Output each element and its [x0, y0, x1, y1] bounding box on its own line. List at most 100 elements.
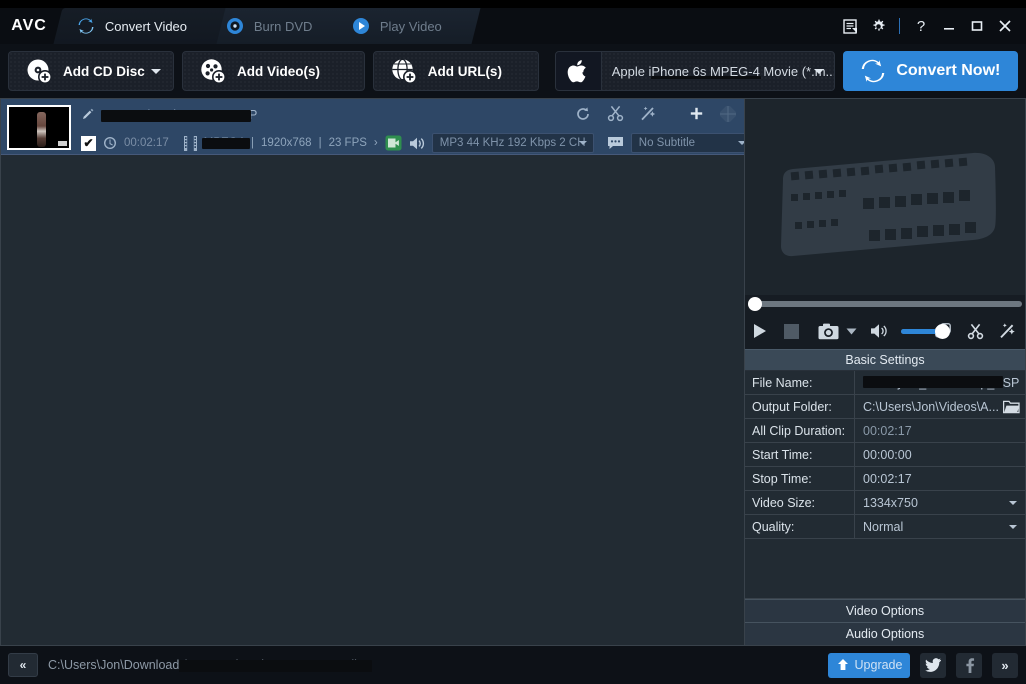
effect-button[interactable]	[999, 322, 1017, 340]
tab-play-video[interactable]: Play Video	[328, 8, 481, 44]
video-preview[interactable]	[745, 99, 1025, 295]
stop-button[interactable]	[784, 323, 799, 339]
add-icon[interactable]	[689, 106, 704, 121]
twitter-button[interactable]	[920, 652, 946, 678]
convert-now-label: Convert Now!	[896, 62, 1001, 79]
edit-pencil-icon[interactable]	[81, 108, 95, 122]
audio-stream-icon[interactable]	[409, 136, 425, 151]
setting-key: Video Size:	[745, 491, 855, 514]
application-window: AVC Convert Video Burn DVD Play Video ? …	[0, 8, 1026, 684]
volume-handle[interactable]	[935, 323, 950, 339]
tab-label: Convert Video	[105, 18, 188, 34]
film-icon	[183, 135, 197, 151]
video-options-button[interactable]: Video Options	[745, 599, 1025, 622]
main-body: Motocycle_DivX1080p_ASP ✔	[0, 98, 1026, 646]
maximize-icon[interactable]	[964, 13, 990, 39]
audio-options-button[interactable]: Audio Options	[745, 622, 1025, 645]
audio-track-select[interactable]: MP3 44 KHz 192 Kbps 2 CH	[431, 133, 594, 153]
chevron-down-icon	[578, 141, 587, 145]
minimize-icon[interactable]	[936, 13, 962, 39]
film-plus-icon	[199, 57, 227, 85]
rotate-icon[interactable]	[575, 106, 591, 122]
seek-track[interactable]	[748, 301, 1022, 307]
tab-convert-video[interactable]: Convert Video	[53, 8, 226, 44]
chevron-down-icon[interactable]	[813, 69, 824, 74]
subtitle-icon	[607, 136, 624, 150]
main-tabs: Convert Video Burn DVD Play Video	[53, 8, 481, 44]
upgrade-arrow-icon	[836, 658, 850, 672]
trim-button[interactable]	[967, 323, 984, 340]
add-cd-disc-label: Add CD Disc	[63, 63, 145, 79]
snapshot-dropdown[interactable]	[846, 327, 857, 336]
chevron-right-icon: ›	[373, 137, 378, 149]
player-controls	[745, 313, 1025, 349]
convert-now-button[interactable]: Convert Now!	[842, 51, 1018, 91]
row-meta-line: ✔ 00:02:17 | 1920x768 | 23 FPS › MP3 44 …	[81, 131, 744, 155]
output-profile-selector[interactable]: Apple iPhone 6s MPEG-4 Movie (*.m...	[554, 51, 835, 91]
add-urls-button[interactable]: Add URL(s)	[372, 51, 539, 91]
video-size-select[interactable]: 1334x750	[855, 491, 1025, 514]
cut-icon[interactable]	[607, 105, 624, 122]
setting-value: 00:02:17	[863, 423, 912, 438]
redaction-bar	[201, 138, 250, 149]
subtitle-select[interactable]: No Subtitle	[630, 133, 744, 153]
effects-icon[interactable]	[640, 105, 657, 122]
chevron-down-icon[interactable]	[150, 69, 161, 74]
setting-value[interactable]: C:\Users\Jon\Videos\A...	[855, 395, 1025, 418]
right-panel: Basic Settings File Name: Motocycle_DivX…	[744, 98, 1026, 646]
title-bar: AVC Convert Video Burn DVD Play Video ?	[0, 8, 1026, 44]
more-button[interactable]: »	[992, 652, 1018, 678]
setting-value[interactable]: 00:00:00	[855, 443, 1025, 466]
duration-label: 00:02:17	[124, 137, 169, 149]
app-logo: AVC	[11, 17, 47, 34]
settings-blank-area	[745, 539, 1025, 599]
setting-value[interactable]: 00:02:17	[855, 467, 1025, 490]
stream-separator-2: |	[318, 137, 322, 149]
snapshot-button[interactable]	[818, 323, 839, 340]
setting-row-quality: Quality: Normal	[745, 515, 1025, 539]
facebook-button[interactable]	[956, 652, 982, 678]
film-strip-icon	[767, 132, 1003, 262]
settings-gear-icon[interactable]	[865, 13, 891, 39]
profile-value: Apple iPhone 6s MPEG-4 Movie (*.m...	[602, 64, 834, 79]
video-stream-icon[interactable]	[385, 135, 402, 151]
close-icon[interactable]	[992, 13, 1018, 39]
video-codec-label: MPEG4	[201, 137, 250, 149]
quality-select[interactable]: Normal	[855, 515, 1025, 538]
convert-icon	[76, 16, 96, 36]
setting-key: Quality:	[745, 515, 855, 538]
add-cd-disc-button[interactable]: Add CD Disc	[8, 51, 174, 91]
chevron-down-icon	[1009, 524, 1017, 529]
collapse-button[interactable]: «	[8, 653, 38, 677]
redaction-bar	[179, 660, 372, 672]
redaction-bar	[101, 110, 251, 122]
setting-value[interactable]: Motocycle_DivX1080p_ASP	[855, 371, 1025, 394]
redaction-bar	[863, 376, 1003, 388]
volume-icon[interactable]	[870, 323, 890, 339]
file-name-label: Motocycle_DivX1080p_ASP	[101, 108, 257, 122]
video-thumbnail	[7, 105, 71, 150]
file-checkbox[interactable]: ✔	[81, 135, 96, 151]
setting-key: Output Folder:	[745, 395, 855, 418]
upgrade-button[interactable]: Upgrade	[828, 652, 910, 678]
seek-handle[interactable]	[748, 297, 762, 311]
setting-row-output-folder: Output Folder: C:\Users\Jon\Videos\A...	[745, 395, 1025, 419]
thumbnail-corner	[58, 141, 67, 146]
add-videos-button[interactable]: Add Video(s)	[181, 51, 365, 91]
merge-icon	[720, 105, 736, 122]
cd-plus-icon	[25, 57, 53, 85]
setting-row-file-name: File Name: Motocycle_DivX1080p_ASP	[745, 371, 1025, 395]
help-icon[interactable]: ?	[908, 13, 934, 39]
file-list[interactable]: Motocycle_DivX1080p_ASP ✔	[0, 98, 744, 646]
list-view-icon[interactable]	[837, 13, 863, 39]
play-button[interactable]	[753, 323, 767, 339]
chevron-down-icon	[1009, 500, 1017, 505]
table-row[interactable]: Motocycle_DivX1080p_ASP ✔	[1, 99, 744, 155]
resolution-label: 1920x768	[261, 137, 312, 149]
setting-row-start-time: Start Time: 00:00:00	[745, 443, 1025, 467]
setting-key: Start Time:	[745, 443, 855, 466]
thumbnail-figure	[37, 112, 46, 147]
volume-slider[interactable]	[901, 323, 950, 339]
folder-browse-icon[interactable]	[1003, 399, 1020, 414]
seek-bar[interactable]	[745, 295, 1025, 313]
